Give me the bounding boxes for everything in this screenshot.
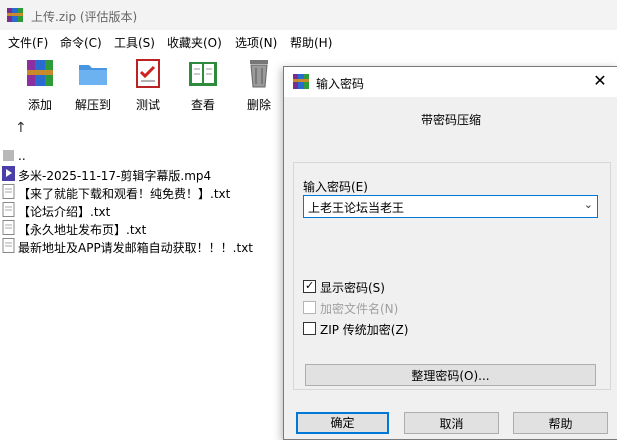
file-name: 多米-2025-11-17-剪辑字幕版.mp4: [18, 169, 212, 183]
menu-favorites[interactable]: 收藏夹(O): [167, 34, 222, 51]
chevron-down-icon[interactable]: ⌄: [584, 198, 593, 211]
trash-icon: [250, 60, 268, 88]
add-label: 添加: [27, 98, 52, 112]
organize-passwords-button[interactable]: 整理密码(O)...: [305, 364, 596, 386]
winrar-app-icon: [293, 74, 309, 89]
cancel-button[interactable]: 取消: [404, 412, 499, 434]
checkbox-box: ✓: [303, 279, 316, 293]
dialog-title-bar: 输入密码 ✕: [284, 67, 617, 97]
menu-file[interactable]: 文件(F): [8, 34, 48, 51]
test-clipboard-icon: [136, 59, 160, 88]
list-item[interactable]: 【论坛介绍】.txt: [0, 201, 290, 219]
extract-folder-icon: [79, 65, 107, 85]
mp4-file-icon: [2, 166, 15, 181]
txt-file-icon: [2, 202, 15, 217]
up-arrow-icon[interactable]: ↑: [15, 120, 27, 136]
dialog-title: 输入密码: [316, 77, 365, 91]
encrypt-filenames-label: 加密文件名(N): [320, 302, 399, 316]
add-archive-icon: [27, 60, 53, 86]
view-book-icon: [189, 62, 217, 86]
file-name: 【永久地址发布页】.txt: [18, 223, 147, 237]
file-name: 最新地址及APP请发邮箱自动获取！！！.txt: [18, 241, 254, 255]
view-label: 查看: [190, 98, 215, 112]
add-button[interactable]: 添加: [15, 56, 65, 113]
test-button[interactable]: 测试: [123, 56, 173, 113]
menu-tools[interactable]: 工具(S): [114, 34, 155, 51]
file-name: ..: [18, 149, 26, 163]
window-title: 上传.zip (评估版本): [31, 10, 138, 24]
list-item[interactable]: 多米-2025-11-17-剪辑字幕版.mp4: [0, 165, 290, 183]
password-value: 上老王论坛当老王: [308, 201, 405, 215]
list-item[interactable]: 【来了就能下载和观看！纯免费！】.txt: [0, 183, 290, 201]
delete-label: 删除: [246, 98, 271, 112]
list-item[interactable]: 【永久地址发布页】.txt: [0, 219, 290, 237]
menu-options[interactable]: 选项(N): [235, 34, 277, 51]
close-icon[interactable]: ✕: [590, 71, 610, 90]
list-item[interactable]: 最新地址及APP请发邮箱自动获取！！！.txt: [0, 237, 290, 255]
winrar-app-icon: [7, 8, 23, 22]
txt-file-icon: [2, 184, 15, 199]
password-dialog: 输入密码 ✕ 带密码压缩 输入密码(E) 上老王论坛当老王 ⌄ ✓ 显示密码(S…: [283, 66, 617, 440]
dialog-subtitle: 带密码压缩: [420, 113, 481, 127]
txt-file-icon: [2, 238, 15, 253]
menu-help[interactable]: 帮助(H): [290, 34, 332, 51]
list-item[interactable]: ..: [0, 147, 290, 165]
password-label: 输入密码(E): [303, 180, 368, 194]
txt-file-icon: [2, 220, 15, 235]
delete-button[interactable]: 删除: [234, 56, 284, 113]
menu-commands[interactable]: 命令(C): [60, 34, 102, 51]
view-button[interactable]: 查看: [178, 56, 228, 113]
check-icon: ✓: [305, 279, 315, 292]
ok-button[interactable]: 确定: [296, 412, 389, 434]
parent-folder-icon: [3, 150, 14, 161]
test-label: 测试: [135, 98, 160, 112]
extract-label: 解压到: [74, 98, 111, 112]
extract-button[interactable]: 解压到: [68, 56, 118, 113]
app-title-bar: 上传.zip (评估版本): [0, 0, 617, 30]
password-input[interactable]: 上老王论坛当老王 ⌄: [303, 195, 598, 218]
zip-legacy-label: ZIP 传统加密(Z): [320, 323, 409, 337]
menu-bar: 文件(F) 命令(C) 工具(S) 收藏夹(O) 选项(N) 帮助(H): [0, 30, 617, 52]
file-name: 【论坛介绍】.txt: [18, 205, 111, 219]
help-button[interactable]: 帮助: [513, 412, 608, 434]
show-password-label: 显示密码(S): [320, 281, 385, 295]
file-name: 【来了就能下载和观看！纯免费！】.txt: [18, 187, 231, 201]
checkbox-box: [303, 301, 316, 314]
checkbox-box: [303, 322, 316, 335]
